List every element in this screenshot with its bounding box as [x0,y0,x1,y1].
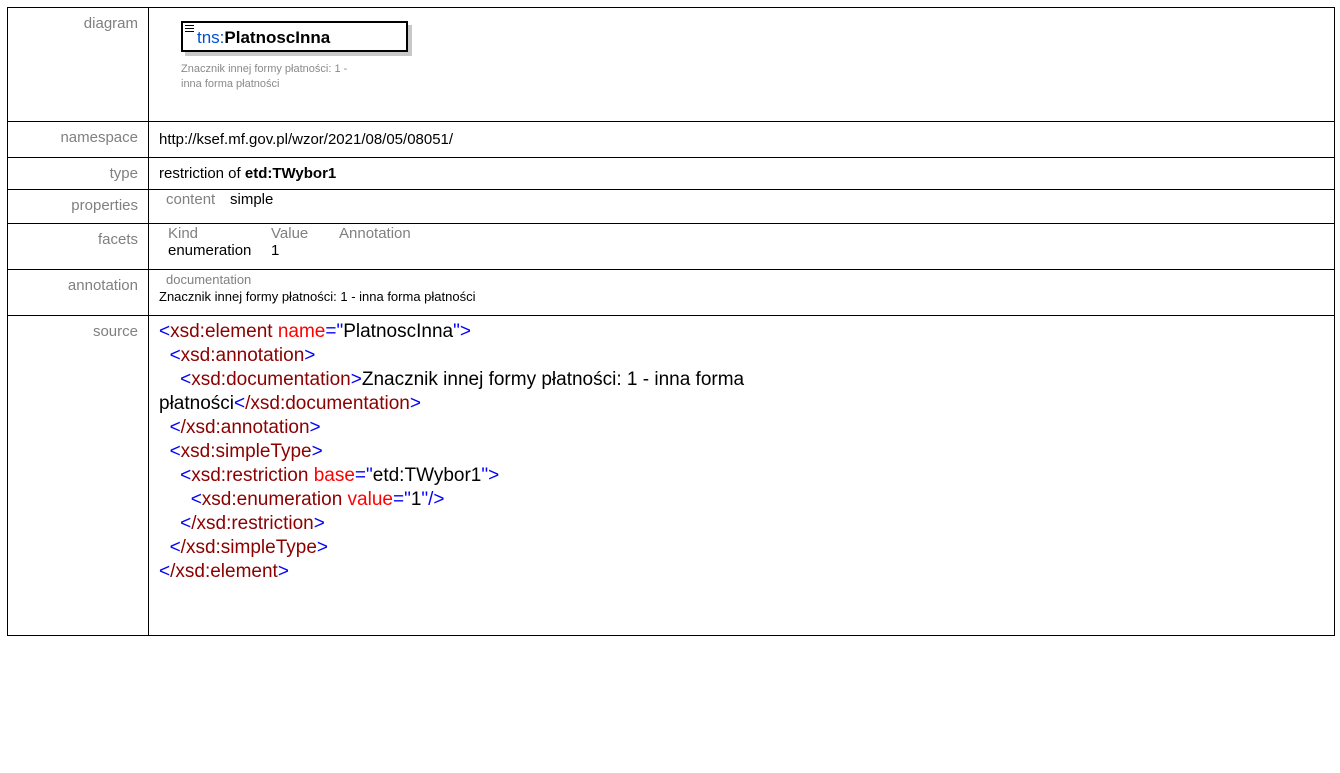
source-code: <xsd:element name="PlatnoscInna"> <xsd:a… [159,321,745,582]
diagram-label: diagram [7,7,149,122]
element-box-name: tns:PlatnoscInna [197,28,330,48]
type-label: type [7,157,149,190]
annotation-block: documentation Znacznik innej formy płatn… [159,270,1334,305]
facets-row: facets Kind Value Annotation enumeration 1 [7,223,1335,270]
type-prefix: restriction of [159,165,245,182]
annotation-text: Znacznik innej formy płatności: 1 - inna… [159,289,476,304]
namespace-row: namespace http://ksef.mf.gov.pl/wzor/202… [7,121,1335,158]
properties-pair: content simple [159,190,1334,208]
annotation-row: annotation documentation Znacznik innej … [7,269,1335,316]
diagram-cell: tns:PlatnoscInna Znacznik innej formy pł… [148,7,1335,122]
element-box[interactable]: tns:PlatnoscInna [181,21,408,52]
facets-label: facets [7,223,149,270]
facet-value: 1 [271,242,280,259]
facets-table-row: enumeration 1 [159,242,1334,259]
facets-header-kind: Kind [168,225,199,242]
properties-row: properties content simple [7,189,1335,224]
element-doc-table: diagram tns:PlatnoscInna Znacznik innej … [7,7,1335,636]
diagram-row: diagram tns:PlatnoscInna Znacznik innej … [7,7,1335,122]
type-value: restriction of etd:TWybor1 [159,158,1334,182]
source-row: source <xsd:element name="PlatnoscInna">… [7,315,1335,636]
element-lines-icon [185,25,194,34]
namespace-label: namespace [7,121,149,158]
type-row: type restriction of etd:TWybor1 [7,157,1335,190]
facets-table: Kind Value Annotation enumeration 1 [159,224,1334,259]
facets-header-annotation: Annotation [339,225,411,242]
properties-key: content [166,191,216,208]
element-name: PlatnoscInna [224,28,331,47]
facets-header-value: Value [271,225,309,242]
annotation-key: documentation [166,272,252,287]
facet-kind: enumeration [168,242,252,259]
source-label: source [7,315,149,636]
properties-label: properties [7,189,149,224]
element-prefix: tns: [197,28,225,47]
type-base-link[interactable]: etd:TWybor1 [245,165,336,182]
annotation-label: annotation [7,269,149,316]
diagram-doc-text: Znacznik innej formy płatności: 1 - inna… [181,63,348,90]
namespace-value: http://ksef.mf.gov.pl/wzor/2021/08/05/08… [159,131,454,148]
properties-value: simple [230,191,274,208]
